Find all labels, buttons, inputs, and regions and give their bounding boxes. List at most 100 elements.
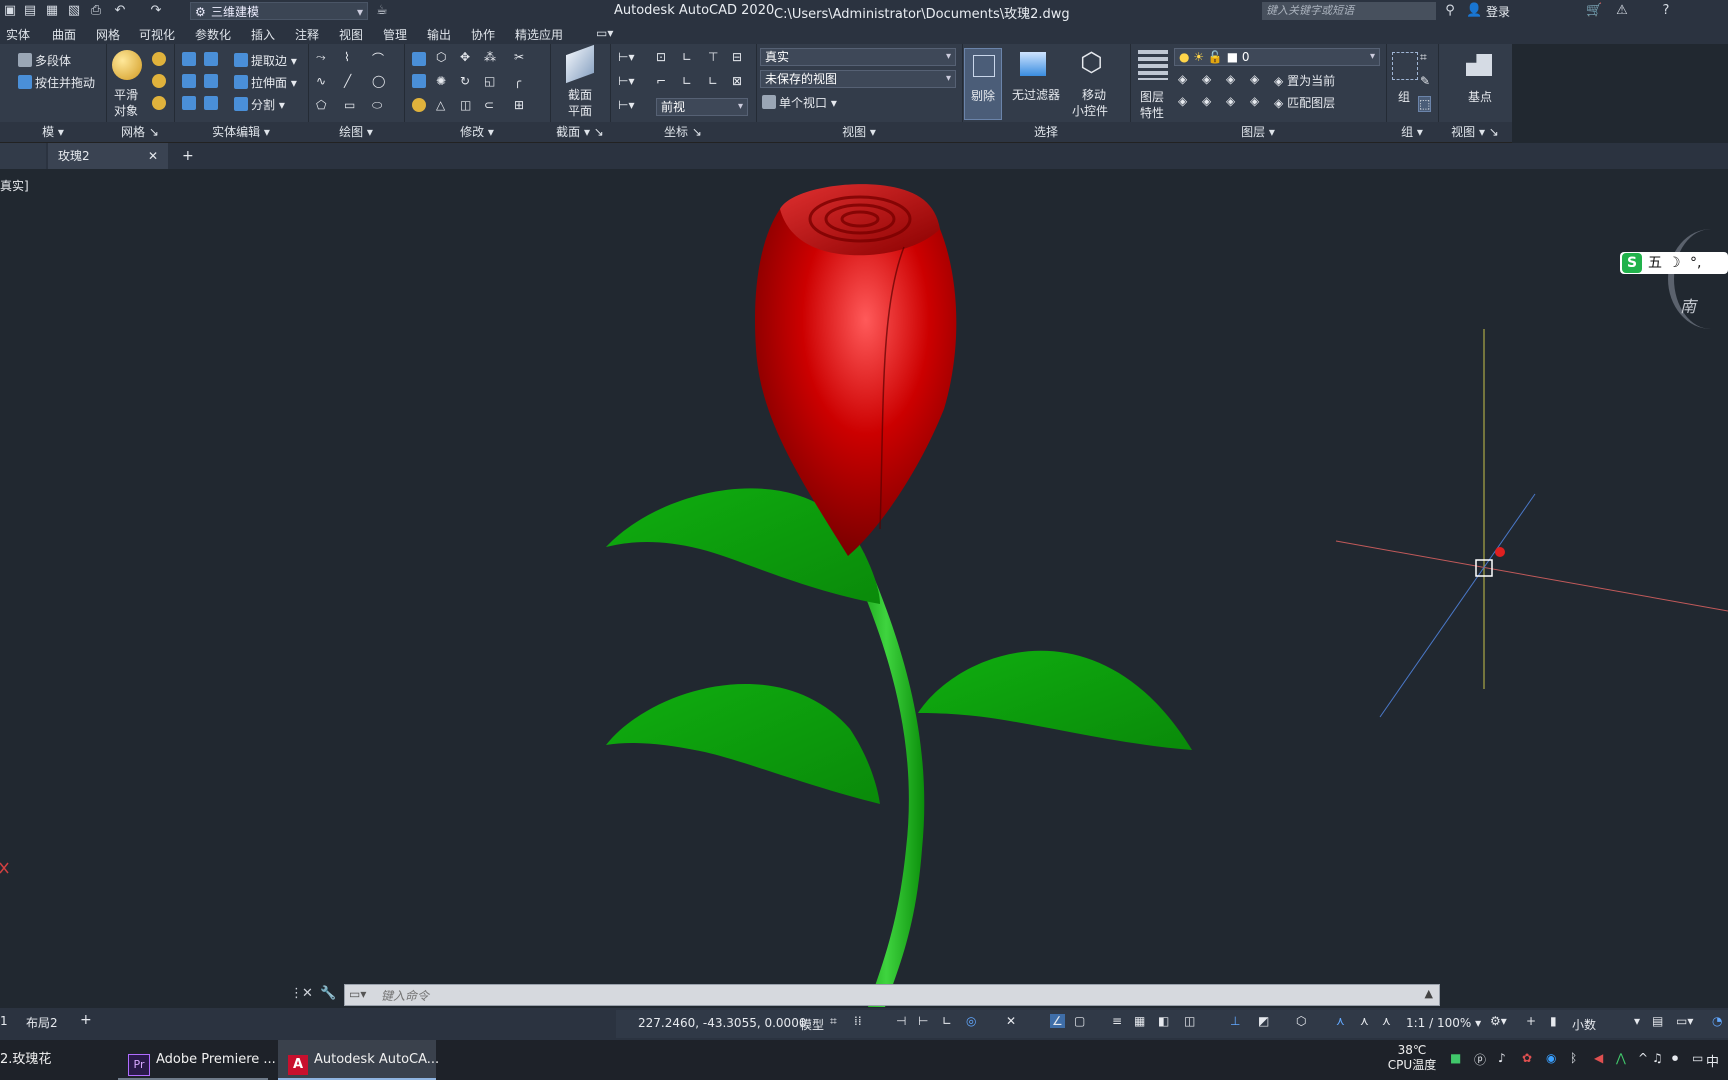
start-tab[interactable]	[0, 143, 46, 169]
moon-icon[interactable]: ☽	[1668, 252, 1681, 274]
move-gizmo-icon[interactable]: ⬡	[1080, 48, 1103, 78]
tab-parametric[interactable]: 参数化	[195, 26, 231, 43]
tab-solid[interactable]: 实体	[6, 26, 30, 43]
redo-icon[interactable]: ↷	[148, 3, 164, 19]
polar-icon[interactable]: ◎	[966, 1014, 976, 1028]
layer-thaw-icon[interactable]: ◈	[1226, 94, 1235, 108]
drawing-viewport[interactable]: 真实] 南 S 五 ☽ °,	[0, 169, 1728, 1007]
new-tab-icon[interactable]: +	[182, 148, 194, 164]
panel-label-draw[interactable]: 绘图 ▾	[308, 122, 404, 142]
publish-icon[interactable]: ▧	[66, 3, 82, 19]
teapot-icon[interactable]: ☕	[374, 3, 390, 19]
command-expand-icon[interactable]: ▲	[1425, 987, 1433, 1000]
presspull-button[interactable]: 按住并拖动	[18, 74, 95, 91]
viewport-config-button[interactable]: 单个视口 ▾	[762, 94, 837, 111]
annotation-scale-icon[interactable]: ⋏	[1382, 1014, 1391, 1028]
view-orientation-select[interactable]: 前视 ▾	[656, 98, 748, 116]
ime-mode[interactable]: 五	[1648, 252, 1662, 274]
selection-cycling-icon[interactable]: ◧	[1158, 1014, 1169, 1028]
group-edit-icon[interactable]: ✎	[1420, 74, 1430, 88]
ucs-z-icon[interactable]: ∟	[708, 74, 718, 88]
3d-osnap-icon[interactable]: ◫	[1184, 1014, 1195, 1028]
search-input[interactable]: 键入关键字或短语	[1262, 2, 1436, 20]
auto-scale-icon[interactable]: ⋏	[1360, 1014, 1369, 1028]
separate-button[interactable]: 分割 ▾	[234, 96, 285, 113]
panel-label-selection[interactable]: 选择	[962, 122, 1130, 142]
saved-view-select[interactable]: 未保存的视图 ▾	[760, 70, 956, 88]
panel-label-modify[interactable]: 修改 ▾	[404, 122, 550, 142]
arc-icon[interactable]: ⌒	[372, 50, 384, 67]
panel-label-coordinates[interactable]: 坐标 ↘	[610, 122, 756, 142]
viewcube-face-south[interactable]: 南	[1680, 293, 1696, 317]
spline-icon[interactable]: ∿	[316, 74, 326, 88]
scale-icon[interactable]: ◱	[484, 74, 495, 88]
thicken-icon[interactable]	[204, 96, 218, 110]
panel-label-layers[interactable]: 图层 ▾	[1130, 122, 1386, 142]
punctuation-icon[interactable]: °,	[1690, 252, 1701, 274]
coordinate-readout[interactable]: 227.2460, -43.3055, 0.0000	[638, 1016, 806, 1030]
model-space-button[interactable]: 模型	[800, 1016, 824, 1033]
tab-output[interactable]: 输出	[427, 26, 451, 43]
polygon-icon[interactable]: ⬠	[316, 98, 326, 112]
undo-icon[interactable]: ↶	[112, 3, 128, 19]
tray-game-icon[interactable]: ✿	[1522, 1051, 1532, 1065]
section-plane-icon[interactable]	[566, 44, 594, 84]
helix-icon[interactable]: ⌇	[344, 50, 350, 64]
isodraft-icon[interactable]: ✕	[1006, 1014, 1016, 1028]
basepoint-icon[interactable]	[1466, 54, 1492, 76]
basepoint-label[interactable]: 基点	[1468, 88, 1492, 105]
grid-icon[interactable]: ⌗	[830, 1014, 837, 1029]
quick-properties-icon[interactable]: ▤	[1652, 1014, 1663, 1028]
tray-chat-icon[interactable]: ◉	[1546, 1051, 1556, 1065]
panel-label-section[interactable]: 截面 ▾ ↘	[550, 122, 610, 142]
login-link[interactable]: 登录	[1486, 3, 1510, 20]
tab-view[interactable]: 视图	[339, 26, 363, 43]
polysolid-button[interactable]: 多段体	[18, 52, 71, 69]
input-language[interactable]: 中	[1706, 1051, 1719, 1070]
tab-collaborate[interactable]: 协作	[471, 26, 495, 43]
stretch-icon[interactable]: ◫	[460, 98, 471, 112]
binoculars-icon[interactable]: ⚲	[1442, 3, 1458, 19]
offset-icon[interactable]	[412, 74, 426, 88]
dynamic-ucs-icon[interactable]: ⊥	[1230, 1014, 1240, 1028]
annotation-visibility-icon[interactable]: ⋏	[1336, 1014, 1345, 1028]
slice-icon[interactable]	[204, 74, 218, 88]
group-select-icon[interactable]: ⬚	[1418, 96, 1432, 112]
annotation-scale-select[interactable]: 1:1 / 100% ▾	[1406, 1016, 1481, 1030]
panel-label-view2[interactable]: 视图 ▾ ↘	[1438, 122, 1512, 142]
tab-insert[interactable]: 插入	[251, 26, 275, 43]
set-current-button[interactable]: ◈ 置为当前	[1274, 72, 1335, 89]
tray-p-icon[interactable]: ⓟ	[1474, 1051, 1486, 1068]
explode-icon[interactable]: △	[436, 98, 445, 112]
print-icon[interactable]: ⎙	[88, 3, 104, 19]
add-layout-icon[interactable]: +	[80, 1012, 92, 1028]
rectangle-icon[interactable]: ▭	[344, 98, 355, 112]
open-icon[interactable]: ▦	[44, 3, 60, 19]
ucs-origin-icon[interactable]: ∟	[682, 50, 692, 64]
panel-label-view[interactable]: 视图 ▾	[756, 122, 962, 142]
snap-icon[interactable]: ⁞⁞	[854, 1014, 862, 1028]
subtract-icon[interactable]	[182, 74, 196, 88]
ucs-view-icon[interactable]: ⊤	[708, 50, 718, 64]
match-layer-button[interactable]: ◈ 匹配图层	[1274, 94, 1335, 111]
array-rect-icon[interactable]: ⊞	[514, 98, 524, 112]
taskbar-item-autocad[interactable]: A Autodesk AutoCA...	[278, 1040, 439, 1080]
move-icon[interactable]: ✥	[460, 50, 470, 64]
osnap-icon[interactable]: ▢	[1074, 1014, 1085, 1028]
rotate3d-icon[interactable]: ✺	[436, 74, 446, 88]
gizmo-icon[interactable]: ⬡	[1296, 1014, 1306, 1028]
erase-icon[interactable]	[412, 98, 426, 112]
trim-icon[interactable]: ✂	[514, 50, 524, 64]
layer-unisolate-icon[interactable]: ◈	[1202, 94, 1211, 108]
tab-annotate[interactable]: 注释	[295, 26, 319, 43]
panel-label-groups[interactable]: 组 ▾	[1386, 122, 1438, 142]
intersect-icon[interactable]	[182, 96, 196, 110]
close-cmd-icon[interactable]: ✕	[302, 986, 313, 1001]
panel-label-solid-edit[interactable]: 实体编辑 ▾	[174, 122, 308, 142]
interfere-icon[interactable]	[204, 52, 218, 66]
mic-icon[interactable]: ⏺	[1672, 1051, 1678, 1066]
tray-app-icon[interactable]: ■	[1450, 1051, 1461, 1065]
line-icon[interactable]: ╱	[344, 74, 351, 88]
extract-edges-button[interactable]: 提取边 ▾	[234, 52, 297, 69]
workspace-dropdown[interactable]: ⚙ 三维建模 ▾	[190, 2, 368, 20]
